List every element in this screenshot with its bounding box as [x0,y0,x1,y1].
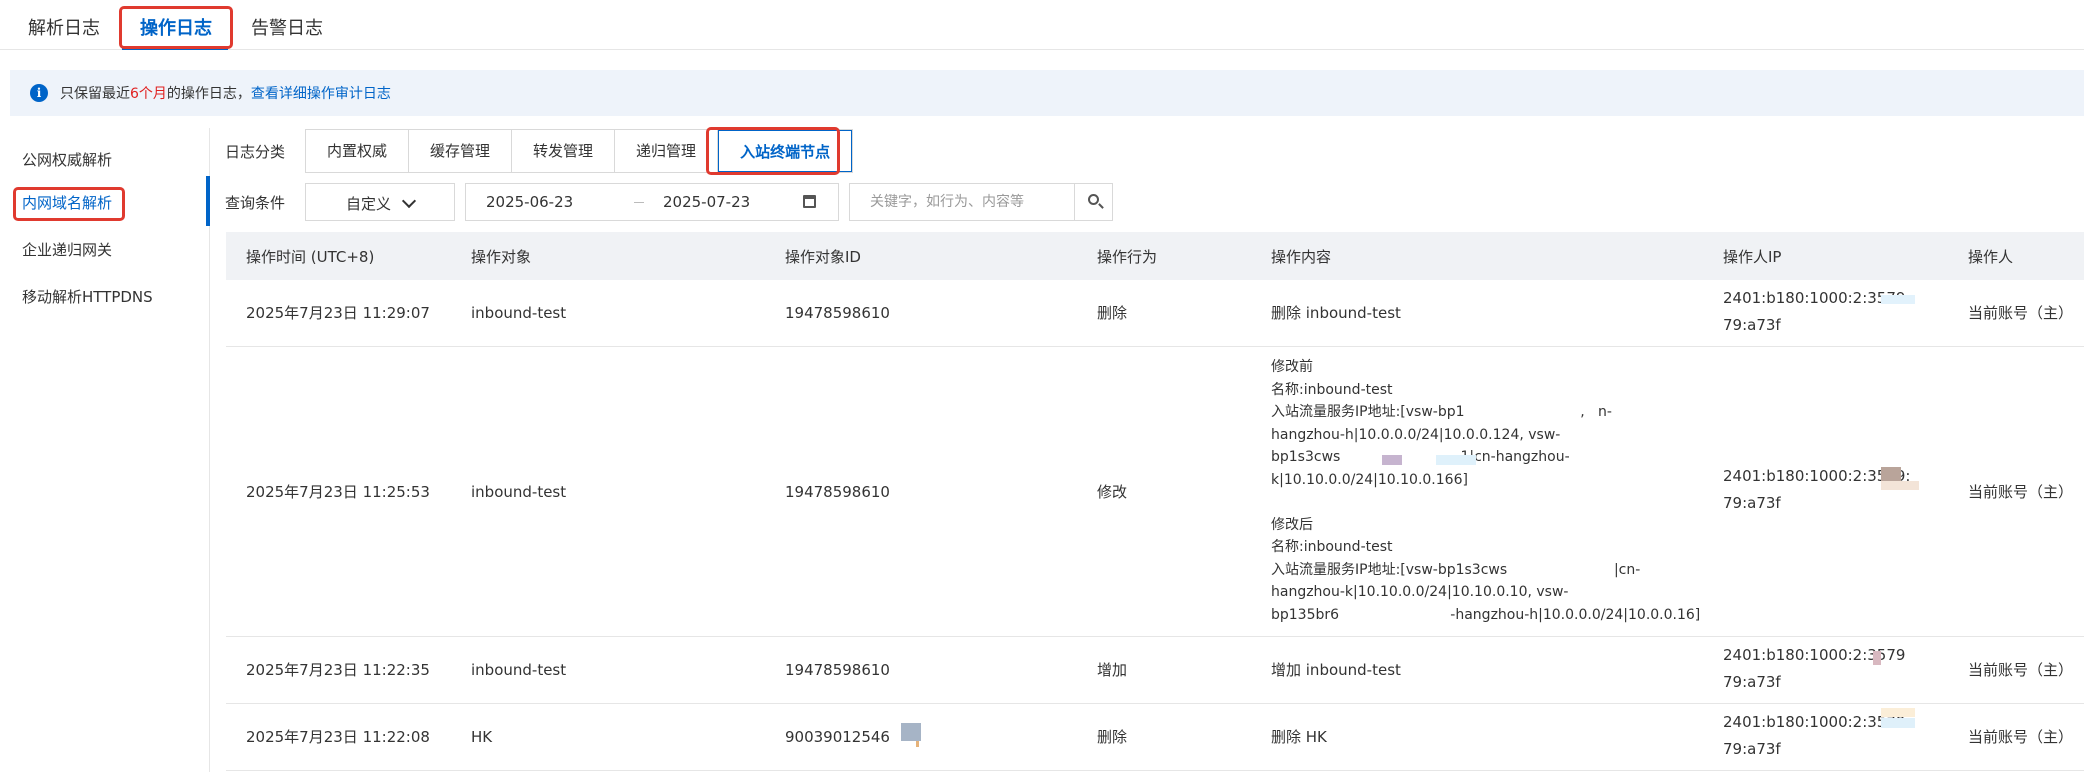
keyword-search [849,183,1113,221]
content-line: hangzhou-k|10.10.0.0/24|10.10.0.10, vsw- [1271,584,1569,600]
content-line: hangzhou-h|10.0.0.0/24|10.0.0.124, vsw- [1271,426,1561,443]
column-header-content: 操作内容 [1271,248,1332,266]
sidebar-item-httpdns[interactable]: 移动解析HTTPDNS [22,286,153,307]
redacted-block [1881,295,1915,304]
redacted-block [1881,467,1901,481]
ip-line: 79:a73f [1723,494,1781,512]
log-type-tabs: 解析日志 操作日志 告警日志 [0,0,2084,50]
notice-highlight: 6个月 [130,86,167,102]
content-line: 名称:inbound-test [1271,381,1393,398]
end-date-input[interactable]: 2025-07-23 [663,193,750,211]
column-header-operator-ip: 操作人IP [1723,248,1782,266]
table-row: 2025年7月23日 11:29:07 inbound-test 1947859… [226,280,2084,347]
date-separator [634,202,644,203]
ip-line: 79:a73f [1723,740,1781,758]
content-line: bp135br6 -hangzhou-h|10.0.0.0/24|10.0.0.… [1271,606,1701,623]
column-header-time: 操作时间 (UTC+8) [246,248,375,266]
cell-object-id: 19478598610 [785,304,890,322]
category-builtin-authoritative[interactable]: 内置权威 [306,130,410,172]
notice-text: 只保留最近6个月的操作日志，查看详细操作审计日志 [60,83,391,103]
start-date-input[interactable]: 2025-06-23 [486,193,573,211]
content-line: bp1s3cws 1|cn-hangzhou- [1271,449,1570,465]
category-forward-management[interactable]: 转发管理 [512,130,616,172]
ip-line: 79:a73f [1723,673,1781,691]
cell-operator: 当前账号（主） [1968,661,2074,679]
log-category-label: 日志分类 [225,143,286,161]
cell-action: 增加 [1097,661,1128,679]
cell-operator-ip: 2401:b180:1000:2:3579: 79:a73f [1723,285,1911,339]
content-line: k|10.10.0.0/24|10.10.0.166] [1271,471,1468,488]
redacted-block [1436,455,1476,465]
cell-object-id: 19478598610 [785,483,890,501]
annotation-highlight-box [706,127,840,175]
redacted-block [1382,455,1402,465]
search-icon [1088,194,1099,205]
cell-action: 修改 [1097,483,1128,501]
table-row: 2025年7月23日 11:22:35 inbound-test 1947859… [226,637,2084,704]
content-line: 修改后 [1271,516,1313,533]
annotation-highlight-box [119,6,233,49]
column-header-action: 操作行为 [1097,248,1158,266]
chevron-down-icon [401,193,417,209]
redacted-block [1881,718,1915,728]
info-icon: i [30,84,48,102]
cell-content: 删除 inbound-test [1271,304,1401,322]
cell-object-id: 90039012546 [785,728,890,746]
table-row: 2025年7月23日 11:22:08 HK 90039012546 删除 删除… [226,704,2084,771]
column-header-object-id: 操作对象ID [785,248,861,266]
redacted-block [1881,708,1915,717]
cell-object: inbound-test [471,304,567,322]
cell-object: inbound-test [471,483,567,501]
product-sidebar: 公网权威解析 内网域名解析 企业递归网关 移动解析HTTPDNS [0,128,210,772]
time-range-select[interactable]: 自定义 [305,183,455,221]
cell-time: 2025年7月23日 11:25:53 [246,483,430,501]
table-header: 操作时间 (UTC+8) 操作对象 操作对象ID 操作行为 操作内容 操作人IP… [226,232,2084,280]
cell-content: 增加 inbound-test [1271,661,1401,679]
audit-log-link[interactable]: 查看详细操作审计日志 [251,86,391,102]
column-header-operator: 操作人 [1968,248,2014,266]
cell-object: HK [471,728,493,746]
tab-resolution-log[interactable]: 解析日志 [28,14,100,40]
sidebar-active-indicator [206,176,210,226]
ip-line: 79:a73f [1723,316,1781,334]
cell-content: 删除 HK [1271,728,1327,746]
date-range-picker[interactable]: 2025-06-23 2025-07-23 [465,183,839,221]
cell-time: 2025年7月23日 11:29:07 [246,304,430,322]
category-recursive-management[interactable]: 递归管理 [615,130,719,172]
content-line: 入站流量服务IP地址:[vsw-bp1 , n- [1271,404,1612,420]
keyword-search-input[interactable] [851,185,1074,219]
tab-alert-log[interactable]: 告警日志 [251,14,323,40]
cell-object: inbound-test [471,661,567,679]
content-line [1271,491,1721,514]
cell-time: 2025年7月23日 11:22:08 [246,728,430,746]
redacted-block [1881,481,1919,490]
sidebar-item-enterprise-recursive-gateway[interactable]: 企业递归网关 [22,239,112,260]
redacted-block [901,723,921,741]
time-range-value: 自定义 [346,195,392,213]
cell-time: 2025年7月23日 11:22:35 [246,661,430,679]
notice-prefix: 只保留最近 [60,86,130,102]
query-condition-label: 查询条件 [225,194,286,212]
content-line: 入站流量服务IP地址:[vsw-bp1s3cws |cn- [1271,561,1641,578]
cell-action: 删除 [1097,304,1128,322]
cell-action: 删除 [1097,728,1128,746]
sidebar-item-public-authoritative[interactable]: 公网权威解析 [22,149,112,170]
search-button[interactable] [1074,184,1113,220]
content-line: 修改前 [1271,359,1313,375]
content-line: 名称:inbound-test [1271,539,1393,555]
cell-content: 修改前 名称:inbound-test 入站流量服务IP地址:[vsw-bp1 … [1271,356,1721,626]
table-row: 2025年7月23日 11:25:53 inbound-test 1947859… [226,347,2084,637]
cell-operator: 当前账号（主） [1968,483,2074,501]
cell-object-id: 19478598610 [785,661,890,679]
redacted-block [1873,651,1881,665]
cell-operator: 当前账号（主） [1968,304,2074,322]
annotation-highlight-box [13,187,125,221]
notice-suffix: 的操作日志， [166,86,251,102]
retention-notice: i 只保留最近6个月的操作日志，查看详细操作审计日志 [10,70,2084,116]
column-header-object: 操作对象 [471,248,532,266]
calendar-icon[interactable] [803,195,816,208]
category-cache-management[interactable]: 缓存管理 [409,130,513,172]
cell-operator: 当前账号（主） [1968,728,2074,746]
